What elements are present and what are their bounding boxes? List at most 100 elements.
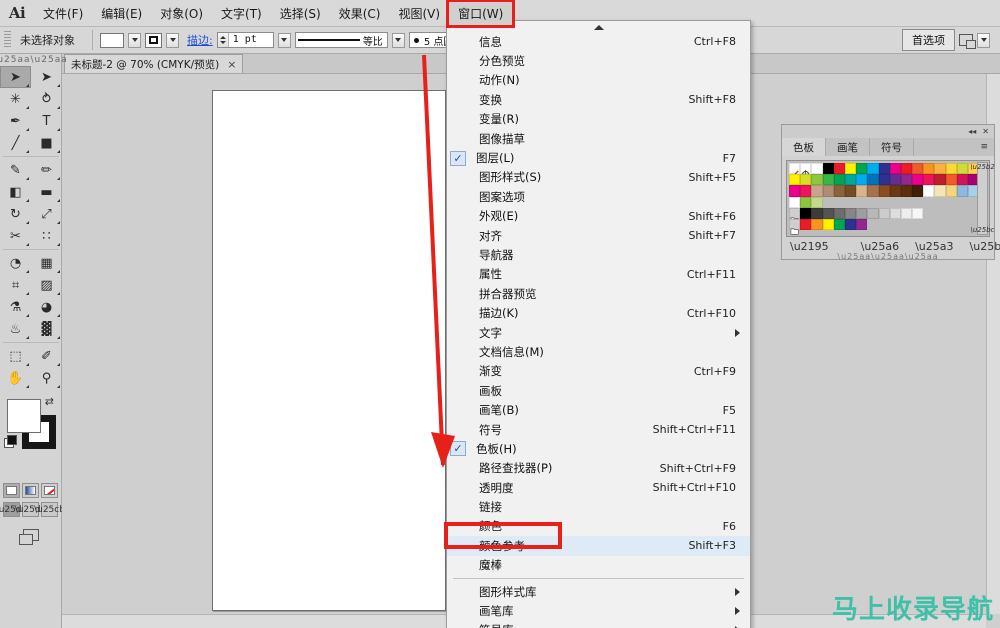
swatch-cell[interactable] <box>789 207 801 224</box>
eraser-tool[interactable]: ▬ <box>31 181 62 203</box>
shape-builder-tool[interactable]: ◔ <box>0 252 31 274</box>
hand-tool[interactable]: ✋ <box>0 367 31 389</box>
gradient-tool[interactable]: ▨ <box>31 274 62 296</box>
swatch-cell[interactable] <box>878 207 890 219</box>
swatch-cell[interactable] <box>945 163 957 175</box>
swatch-cell[interactable] <box>934 185 946 197</box>
menu-item-30[interactable]: 画笔库 <box>447 601 750 620</box>
menu-item-12[interactable]: 属性 Ctrl+F11 <box>447 265 750 284</box>
menu-item-8[interactable]: 图案选项 <box>447 187 750 206</box>
swatch-cell[interactable] <box>833 185 845 197</box>
menu-item-20[interactable]: 符号 Shift+Ctrl+F11 <box>447 420 750 439</box>
swatch-cell[interactable] <box>800 196 812 208</box>
menu-item-27[interactable]: 魔棒 <box>447 556 750 575</box>
swatch-cell[interactable] <box>889 174 901 186</box>
swatch-cell[interactable] <box>856 174 868 186</box>
swatch-cell[interactable] <box>956 163 968 175</box>
swatch-cell[interactable] <box>844 218 857 231</box>
menu-item-9[interactable]: 外观(E) Shift+F6 <box>447 207 750 226</box>
menu-item-31[interactable]: 符号库 <box>447 621 750 628</box>
change-screen-mode-button[interactable] <box>0 529 61 545</box>
menu-item-17[interactable]: 渐变 Ctrl+F9 <box>447 362 750 381</box>
scale-tool[interactable]: ⤢ <box>31 203 62 225</box>
swatch-cell[interactable] <box>856 163 868 175</box>
slice-tool[interactable]: ✐ <box>31 345 62 367</box>
menu-item-4[interactable]: 变量(R) <box>447 110 750 129</box>
menu-item-24[interactable]: 链接 <box>447 497 750 516</box>
swatch-cell[interactable] <box>856 185 868 197</box>
swatch-cell[interactable] <box>811 163 823 175</box>
pencil-tool[interactable]: ✏ <box>31 159 62 181</box>
control-bar-grip[interactable] <box>4 31 11 49</box>
swatch-cell[interactable] <box>844 185 857 197</box>
swatch-cell[interactable] <box>867 185 879 197</box>
menu-item-2[interactable]: 动作(N) <box>447 71 750 90</box>
zoom-tool[interactable]: ⚲ <box>31 367 62 389</box>
swatch-cell[interactable] <box>822 218 834 231</box>
menu-window[interactable]: 窗口(W) <box>446 0 516 28</box>
swatch-cell[interactable] <box>800 174 812 186</box>
swatch-cell[interactable] <box>900 185 913 197</box>
free-transform-tool[interactable]: ∷ <box>31 225 62 247</box>
paintbrush-tool[interactable]: ✎ <box>0 159 31 181</box>
screen-mode-full-icon[interactable]: \u25cb <box>34 502 65 517</box>
menu-item-10[interactable]: 对齐 Shift+F7 <box>447 226 750 245</box>
swatch-cell[interactable] <box>900 163 913 175</box>
line-segment-tool[interactable]: ╱ <box>0 132 31 154</box>
fill-color-box[interactable] <box>7 399 41 433</box>
swatch-cell[interactable] <box>878 174 890 186</box>
menu-item-4[interactable]: 选择(S) <box>271 2 330 25</box>
new-color-group-icon[interactable]: \u25b1 <box>970 240 1000 253</box>
swatch-cell[interactable] <box>878 163 890 175</box>
panel-tab-1[interactable]: 画笔 <box>826 138 870 156</box>
stepper-arrows[interactable] <box>217 33 229 47</box>
swatch-cell[interactable] <box>811 174 823 186</box>
menu-item-3[interactable]: 文字(T) <box>212 2 271 25</box>
swatch-cell[interactable] <box>822 174 834 186</box>
swatch-cell[interactable] <box>789 174 801 186</box>
fill-dropdown-icon[interactable] <box>128 32 141 48</box>
menu-item-16[interactable]: 文档信息(M) <box>447 342 750 361</box>
swatch-cell[interactable] <box>945 174 957 186</box>
window-menu-dropdown[interactable]: 信息 Ctrl+F8 分色预览 动作(N) 变换 Shift+F8 变量(R) 图像描草 ✓ 图层… <box>446 20 751 628</box>
blend-tool[interactable]: ◕ <box>31 296 62 318</box>
menu-item-22[interactable]: 路径查找器(P) Shift+Ctrl+F9 <box>447 459 750 478</box>
tools-panel-grip[interactable]: \u25aa\u25aa <box>0 54 67 66</box>
menu-item-14[interactable]: 描边(K) Ctrl+F10 <box>447 303 750 322</box>
menu-item-11[interactable]: 导航器 <box>447 245 750 264</box>
swatch-grid-container[interactable]: \u25b2 \u25bc <box>786 160 995 237</box>
menu-item-5[interactable]: 图像描草 <box>447 129 750 148</box>
swatch-cell[interactable] <box>867 207 879 219</box>
swatch-cell[interactable] <box>811 196 823 208</box>
stroke-weight-dropdown-icon[interactable] <box>277 32 291 48</box>
stroke-color-swatch[interactable] <box>145 32 162 48</box>
panel-tab-0[interactable]: 色板 <box>782 138 826 156</box>
blob-brush-tool[interactable]: ◧ <box>0 181 31 203</box>
artboard[interactable] <box>212 90 446 611</box>
artboard-tool[interactable]: ⬚ <box>0 345 31 367</box>
stroke-weight-value[interactable]: 1 pt <box>229 33 273 47</box>
swatch-grid[interactable] <box>789 163 987 235</box>
fill-color-swatch[interactable] <box>100 32 124 48</box>
swatch-cell[interactable] <box>912 163 924 175</box>
swatch-cell[interactable] <box>856 218 868 231</box>
swatch-cell[interactable] <box>923 163 935 175</box>
swatch-cell[interactable] <box>923 185 935 197</box>
swatch-cell[interactable] <box>844 207 857 219</box>
swatch-cell[interactable] <box>789 196 801 208</box>
stroke-weight-stepper[interactable]: 1 pt <box>216 32 274 48</box>
mesh-tool[interactable]: ⌗ <box>0 274 31 296</box>
symbol-sprayer-tool[interactable]: ♨ <box>0 318 31 340</box>
type-tool[interactable]: T <box>31 110 62 132</box>
swatch-cell[interactable] <box>889 163 901 175</box>
menu-item-3[interactable]: 变换 Shift+F8 <box>447 90 750 109</box>
menu-item-19[interactable]: 画笔(B) F5 <box>447 400 750 419</box>
direct-selection-tool[interactable]: ➤ <box>31 66 62 88</box>
stroke-profile-select[interactable]: 等比 <box>294 32 388 48</box>
swatch-cell[interactable] <box>800 163 812 179</box>
menu-item-21[interactable]: ✓ 色板(H) <box>447 439 750 458</box>
color-mode-button[interactable] <box>3 483 20 498</box>
stroke-dropdown-icon[interactable] <box>166 32 179 48</box>
close-icon[interactable]: × <box>227 58 236 71</box>
swatch-cell[interactable] <box>833 174 845 186</box>
